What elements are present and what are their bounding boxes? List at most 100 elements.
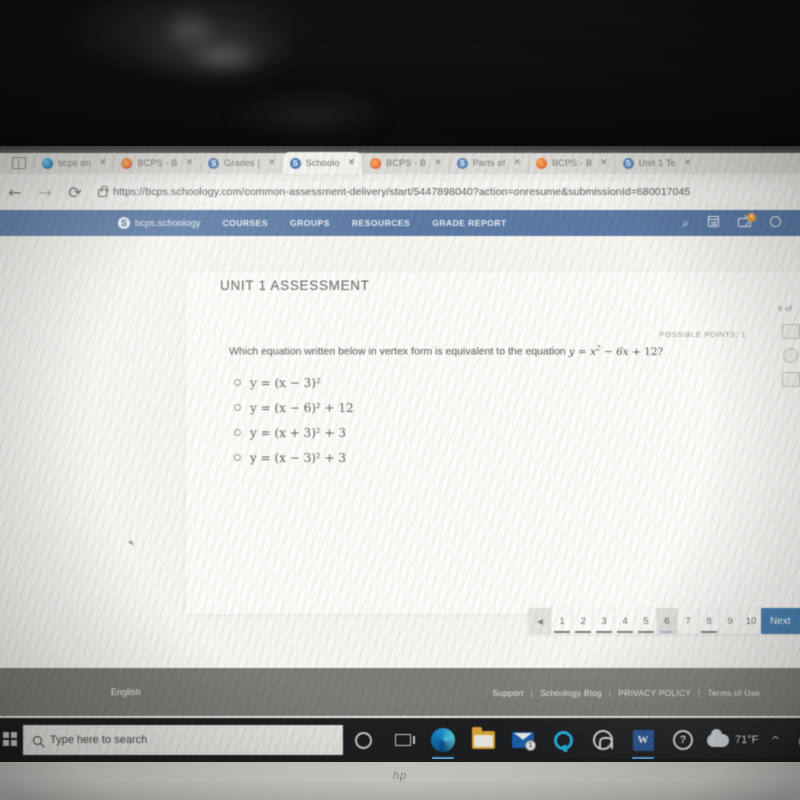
- pagination-page[interactable]: 10: [740, 608, 761, 634]
- page-title: UNIT 1 ASSESSMENT: [220, 278, 370, 293]
- help-glyph: ?: [673, 730, 693, 750]
- radio-button[interactable]: [234, 379, 241, 386]
- nav-item-resources[interactable]: RESOURCES: [352, 218, 410, 228]
- close-icon[interactable]: ✕: [597, 158, 611, 168]
- next-button[interactable]: Next: [761, 608, 800, 634]
- pagination-page[interactable]: 6: [656, 608, 677, 634]
- browser-tabs[interactable]: bcps on ✕ BCPS - B ✕ S Grades | ✕ S Schoolo ✕ BCPS…: [0, 151, 698, 175]
- browser-tab[interactable]: BCPS - B ✕: [362, 152, 449, 174]
- page-footer: English Support | Schoology Blog | PRIVACY P…: [0, 668, 800, 716]
- browser-tab-label: BCPS - B: [551, 158, 593, 168]
- file-explorer-icon[interactable]: [463, 718, 503, 762]
- chevron-up-icon[interactable]: ^: [758, 718, 792, 762]
- messages-icon[interactable]: 4: [738, 213, 756, 230]
- answer-choice-label: y = (x − 3)² + 3: [250, 450, 347, 465]
- pagination-page[interactable]: 2: [572, 608, 593, 634]
- pagination-page[interactable]: 7: [677, 608, 698, 634]
- firefox-favicon: [535, 157, 547, 169]
- cortana-icon[interactable]: [343, 718, 383, 762]
- help-icon[interactable]: ?: [663, 718, 703, 762]
- alexa-icon[interactable]: [543, 718, 583, 762]
- search-icon[interactable]: ⌕: [682, 216, 689, 231]
- close-icon[interactable]: ✕: [265, 158, 279, 168]
- answer-choice[interactable]: y = (x − 3)²: [234, 370, 354, 395]
- radio-button[interactable]: [234, 454, 241, 461]
- nav-item-courses[interactable]: COURSES: [222, 218, 268, 228]
- nav-item-grade-report[interactable]: GRADE REPORT: [432, 218, 506, 228]
- schoology-favicon: S: [456, 157, 468, 169]
- browser-tab-label: BCPS - B: [386, 158, 427, 168]
- pagination-prev-button[interactable]: ◀: [529, 608, 551, 634]
- answer-choice[interactable]: y = (x − 3)² + 3: [234, 445, 354, 470]
- question-pagination[interactable]: ◀ 1 2 3 4 5 6 7 8 9 10 Next: [529, 608, 800, 634]
- pagination-page[interactable]: 9: [719, 608, 740, 634]
- browser-tab-label: Parts of: [472, 158, 506, 168]
- schoology-favicon: S: [289, 157, 301, 169]
- browser-tab[interactable]: BCPS - B ✕: [527, 152, 615, 174]
- search-input[interactable]: Type here to search: [23, 725, 343, 755]
- answer-choice[interactable]: y = (x − 6)² + 12: [234, 395, 354, 420]
- schoology-logo-icon: S: [118, 217, 130, 229]
- answer-choices[interactable]: y = (x − 3)² y = (x − 6)² + 12 y = (x + 3)…: [234, 370, 354, 470]
- address-bar[interactable]: https://bcps.schoology.com/common-assess…: [90, 181, 792, 203]
- footer-link[interactable]: Terms of Use: [708, 688, 760, 698]
- close-icon[interactable]: ✕: [681, 158, 695, 168]
- question-side-rail[interactable]: [782, 324, 800, 396]
- language-selector[interactable]: English: [111, 687, 141, 697]
- back-button[interactable]: ←: [0, 183, 30, 202]
- footer-link[interactable]: PRIVACY POLICY: [618, 688, 691, 698]
- task-view-icon[interactable]: [383, 718, 423, 762]
- answer-choice-label: y = (x − 3)²: [250, 375, 321, 390]
- possible-points-label: POSSIBLE POINTS: 1: [659, 330, 746, 339]
- firefox-favicon: [370, 157, 382, 169]
- windows-taskbar: Type here to search 1 W ? 71°F ^: [0, 718, 800, 762]
- schoology-brand[interactable]: S bcps.schoology: [118, 217, 200, 229]
- footer-link[interactable]: Support: [492, 688, 523, 698]
- mail-icon[interactable]: 1: [503, 718, 543, 762]
- close-icon[interactable]: ✕: [510, 158, 524, 168]
- rail-help-icon[interactable]: [783, 348, 798, 363]
- start-button[interactable]: [3, 732, 19, 748]
- browser-tab[interactable]: S Schoolo ✕: [282, 152, 363, 174]
- edge-favicon: [42, 157, 53, 169]
- rail-calc-icon[interactable]: [782, 372, 800, 387]
- hp-jumpstart-icon[interactable]: [583, 718, 623, 762]
- browser-tab[interactable]: S Grades | ✕: [200, 152, 283, 174]
- answer-choice[interactable]: y = (x + 3)² + 3: [234, 420, 354, 445]
- browser-tab[interactable]: BCPS - B ✕: [113, 152, 200, 174]
- footer-link[interactable]: Schoology Blog: [540, 688, 602, 698]
- browser-tab[interactable]: bcps on ✕: [34, 152, 113, 174]
- notifications-icon[interactable]: [770, 216, 781, 230]
- weather-temperature[interactable]: 71°F: [735, 734, 758, 746]
- close-icon[interactable]: ✕: [345, 158, 359, 168]
- footer-separator: |: [530, 688, 533, 698]
- pagination-page[interactable]: 4: [614, 608, 635, 634]
- pagination-page[interactable]: 8: [698, 608, 719, 634]
- footer-links[interactable]: Support | Schoology Blog | PRIVACY POLICY | Te…: [492, 688, 760, 698]
- tray-icon[interactable]: [792, 718, 800, 762]
- cloud-icon[interactable]: [703, 718, 733, 762]
- close-icon[interactable]: ✕: [96, 158, 110, 168]
- rail-flag-icon[interactable]: [782, 324, 800, 339]
- pagination-page[interactable]: 5: [635, 608, 656, 634]
- lock-icon: [98, 186, 108, 197]
- pagination-page[interactable]: 1: [551, 608, 572, 634]
- close-icon[interactable]: ✕: [183, 158, 197, 168]
- forward-button[interactable]: →: [30, 183, 60, 202]
- nav-item-groups[interactable]: GROUPS: [290, 218, 330, 228]
- browser-tab[interactable]: S Unit 1 Te ✕: [614, 152, 699, 174]
- schoology-navbar: S bcps.schoology COURSES GROUPS RESOURCE…: [0, 210, 800, 236]
- browser-tab-label: Grades |: [224, 158, 261, 168]
- light-reflection-blob: [185, 40, 265, 74]
- word-icon[interactable]: W: [623, 718, 663, 762]
- radio-button[interactable]: [234, 429, 241, 436]
- radio-button[interactable]: [234, 404, 241, 411]
- close-icon[interactable]: ✕: [431, 158, 445, 168]
- pagination-page[interactable]: 3: [593, 608, 614, 634]
- edge-icon[interactable]: [423, 718, 463, 762]
- reload-button[interactable]: ⟳: [60, 183, 90, 202]
- messages-badge: 4: [747, 213, 756, 222]
- calendar-icon[interactable]: [708, 216, 719, 230]
- browser-tab[interactable]: S Parts of ✕: [448, 152, 528, 174]
- tab-list-icon[interactable]: [12, 157, 26, 169]
